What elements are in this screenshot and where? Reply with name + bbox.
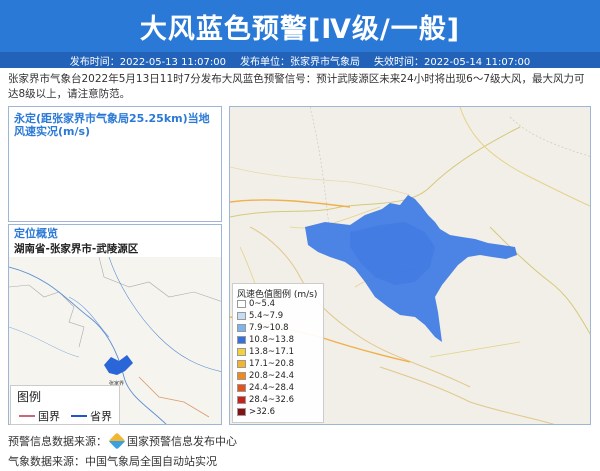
expire-time: 失效时间：2022-05-14 11:07:00 [374,56,531,68]
location-panel-title: 定位概览 [14,227,58,240]
speed-legend-row: 28.4~32.6 [237,395,294,405]
speed-legend-row: 0~5.4 [237,299,275,309]
warning-source-label: 预警信息数据来源： [8,435,107,448]
publish-time: 发布时间：2022-05-13 11:07:00 [69,56,226,68]
wind-speed-panel: 永定(距张家界市气象局25.25km)当地风速实况(m/s) [8,106,222,222]
warning-source-line: 预警信息数据来源： 国家预警信息发布中心 [8,432,237,450]
map-legend-title: 图例 [17,390,42,404]
provincial-border-swatch [71,415,87,417]
legend-item-provincial-border: 省界 [71,408,112,424]
speed-legend-row: >32.6 [237,407,275,417]
legend-label-provincial: 省界 [90,410,112,423]
speed-legend-row: 7.9~10.8 [237,323,289,333]
wind-panel-title: 永定(距张家界市气象局25.25km)当地风速实况(m/s) [14,112,210,138]
speed-legend-row: 10.8~13.8 [237,335,294,345]
speed-legend-row: 13.8~17.1 [237,347,294,357]
meta-bar: 发布时间：2022-05-13 11:07:00 发布单位：张家界市气象局 失效… [0,52,600,68]
legend-item-national-border: 国界 [19,408,60,424]
speed-legend-row: 17.1~20.8 [237,359,294,369]
speed-legend-row: 5.4~7.9 [237,311,283,321]
weather-source-line: 气象数据来源：中国气象局全国自动站实况 [8,453,217,469]
source-logo-icon [108,432,126,450]
national-border-swatch [19,415,35,417]
map-legend: 图例 国界 省界 [10,385,120,425]
warning-source-name: 国家预警信息发布中心 [127,435,237,448]
publisher: 发布单位：张家界市气象局 [240,56,360,68]
speed-legend-row: 24.4~28.4 [237,383,294,393]
location-region: 湖南省-张家界市-武陵源区 [14,243,139,255]
speed-legend-row: 20.8~24.4 [237,371,294,381]
wind-speed-legend: 风速色值图例 (m/s) 0~5.4 5.4~7.9 7.9~10.8 10.8… [232,283,324,423]
legend-label-national: 国界 [38,410,60,423]
warning-description: 张家界市气象台2022年5月13日11时7分发布大风蓝色预警信号：预计武陵源区未… [8,73,585,100]
weather-source: 气象数据来源：中国气象局全国自动站实况 [8,455,217,468]
page-title: 大风蓝色预警[Ⅳ级/一般] [139,13,461,45]
header-bar: 大风蓝色预警[Ⅳ级/一般] [0,0,600,52]
